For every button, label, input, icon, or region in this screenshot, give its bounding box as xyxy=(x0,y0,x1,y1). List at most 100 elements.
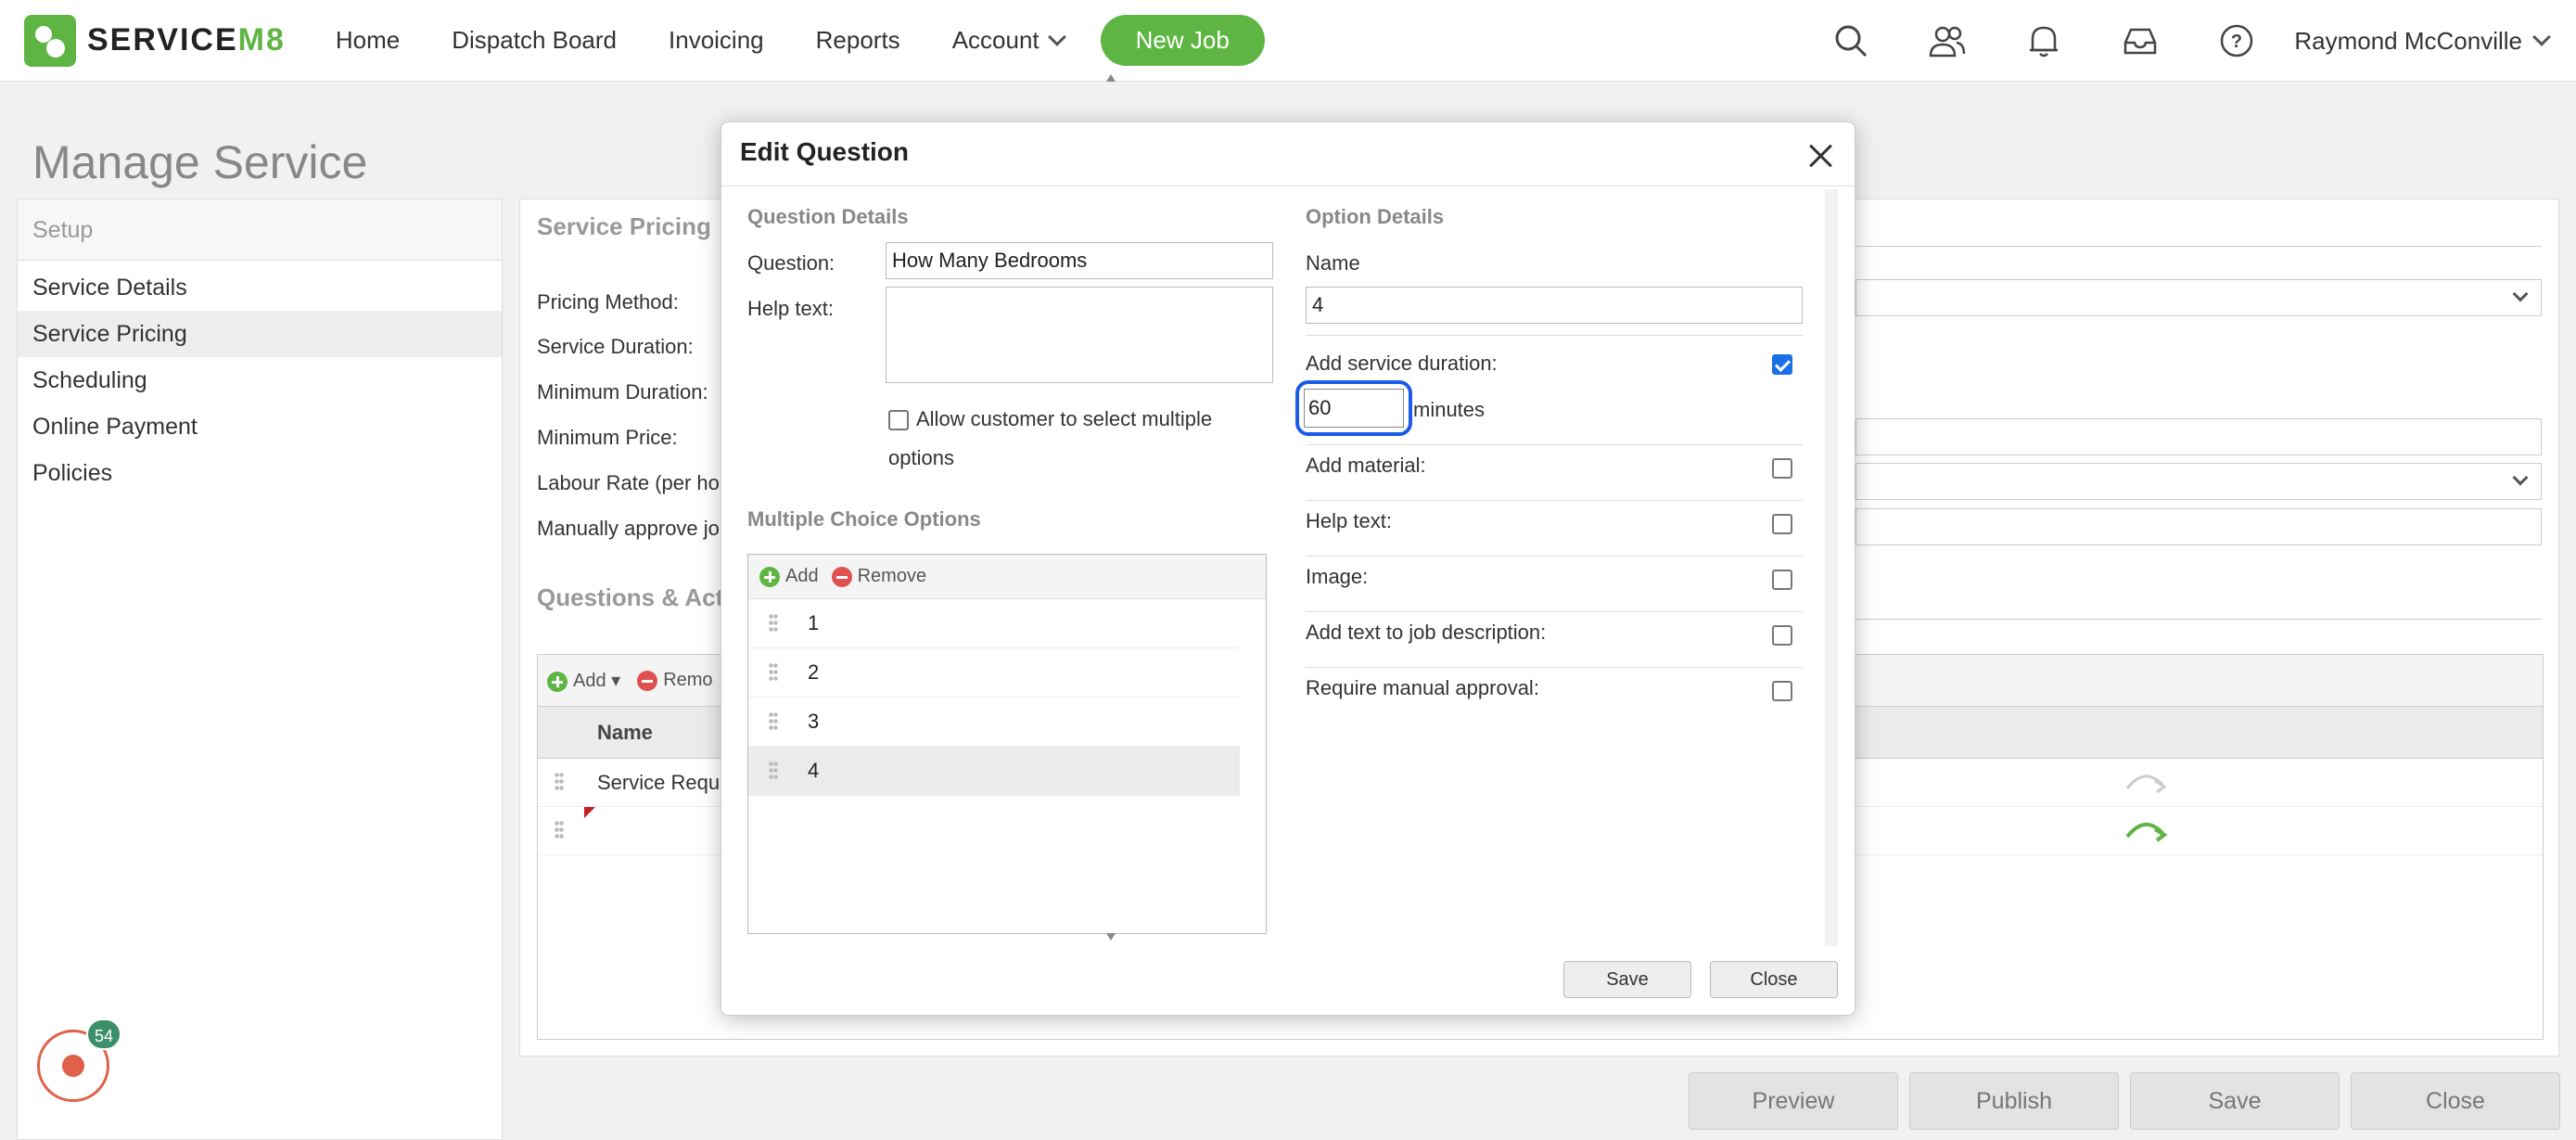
dialog-body: Question Details Question: How Many Bedr… xyxy=(721,186,1856,946)
refresh-icon[interactable] xyxy=(2122,814,2168,846)
bell-icon[interactable] xyxy=(2023,20,2064,61)
divider xyxy=(1855,246,2542,247)
allow-multiple-checkbox[interactable] xyxy=(888,410,909,430)
refresh-icon[interactable] xyxy=(2122,766,2168,798)
manual-approve-input[interactable] xyxy=(1855,508,2542,545)
manual-approve-label: Manually approve jo xyxy=(537,517,720,540)
close-button[interactable]: Close xyxy=(2351,1072,2560,1130)
minutes-label: minutes xyxy=(1413,398,1486,421)
add-icon xyxy=(759,566,780,587)
chevron-down-icon xyxy=(2512,469,2529,486)
user-menu[interactable]: Raymond McConville xyxy=(2294,27,2551,56)
sidebar-item-service-pricing[interactable]: Service Pricing xyxy=(18,311,502,357)
logo-text: SERVICEM8 xyxy=(87,22,286,58)
divider xyxy=(1306,611,1803,612)
nav-dispatch-board[interactable]: Dispatch Board xyxy=(452,26,617,55)
nav-reports[interactable]: Reports xyxy=(816,26,900,55)
help-text-checkbox[interactable] xyxy=(1772,514,1792,534)
error-flag-icon xyxy=(584,807,595,818)
allow-multiple-label: Allow customer to select multiple xyxy=(916,407,1213,430)
image-label: Image: xyxy=(1306,565,1369,588)
qa-add-label: Add xyxy=(573,671,606,691)
chevron-down-icon xyxy=(1047,27,1066,46)
scrollbar[interactable] xyxy=(1825,189,1838,946)
drag-handle-icon[interactable] xyxy=(769,711,778,732)
publish-button[interactable]: Publish xyxy=(1909,1072,2119,1130)
row-name: Service Requi xyxy=(597,771,724,794)
close-icon[interactable] xyxy=(1808,143,1834,169)
help-text-area[interactable] xyxy=(886,287,1273,383)
option-name-input[interactable]: 4 xyxy=(1306,287,1803,324)
dialog-close-button[interactable]: Close xyxy=(1710,961,1838,998)
service-pricing-title: Service Pricing xyxy=(537,212,711,240)
minimum-price-input[interactable] xyxy=(1855,418,2542,455)
notification-badge: 54 xyxy=(86,1018,121,1050)
name-label: Name xyxy=(1306,251,1360,275)
labour-rate-select[interactable] xyxy=(1855,463,2542,500)
option-add-label: Add xyxy=(785,566,819,586)
duration-minutes-input[interactable]: 60 xyxy=(1304,389,1404,428)
drag-handle-icon[interactable] xyxy=(769,662,778,683)
service-duration-label: Service Duration: xyxy=(537,335,694,358)
dialog-title: Edit Question xyxy=(740,137,909,166)
divider xyxy=(1306,335,1803,336)
remove-icon xyxy=(831,566,852,587)
sidebar-item-scheduling[interactable]: Scheduling xyxy=(18,357,502,403)
dialog-save-button[interactable]: Save xyxy=(1563,961,1691,998)
qa-remove-button[interactable]: Remo xyxy=(637,670,713,691)
save-button[interactable]: Save xyxy=(2130,1072,2340,1130)
drag-handle-icon[interactable] xyxy=(555,772,564,792)
minimum-price-label: Minimum Price: xyxy=(537,426,678,449)
drag-handle-icon[interactable] xyxy=(555,820,564,840)
option-add-button[interactable]: Add xyxy=(759,566,819,587)
add-duration-checkbox[interactable] xyxy=(1772,354,1792,375)
list-item[interactable]: 1 xyxy=(748,599,1240,648)
allow-multiple-label-2: options xyxy=(888,446,954,469)
option-remove-button[interactable]: Remove xyxy=(831,566,926,587)
add-text-description-label: Add text to job description: xyxy=(1306,621,1547,644)
add-duration-label: Add service duration: xyxy=(1306,352,1498,375)
option-label: 3 xyxy=(808,710,820,733)
divider xyxy=(1306,667,1803,668)
question-input[interactable]: How Many Bedrooms xyxy=(886,242,1273,279)
require-approval-checkbox[interactable] xyxy=(1772,681,1792,701)
image-checkbox[interactable] xyxy=(1772,570,1792,590)
inbox-icon[interactable] xyxy=(2120,20,2161,61)
question-label: Question: xyxy=(747,251,835,275)
sidebar-item-service-details[interactable]: Service Details xyxy=(18,264,502,311)
nav-home[interactable]: Home xyxy=(336,26,400,55)
logo-icon xyxy=(24,14,76,67)
list-item[interactable]: 2 xyxy=(748,648,1240,698)
list-item[interactable]: 4 xyxy=(748,747,1240,796)
multiple-choice-heading: Multiple Choice Options xyxy=(747,507,981,531)
drag-handle-icon[interactable] xyxy=(769,761,778,781)
options-list: Add Remove 1 2 3 4 xyxy=(747,554,1267,934)
list-item[interactable]: 3 xyxy=(748,698,1240,747)
add-icon xyxy=(547,671,567,692)
questions-actions-title: Questions & Acti xyxy=(537,583,731,611)
search-icon[interactable] xyxy=(1830,20,1871,61)
help-text-label: Help text: xyxy=(747,297,834,320)
preview-button[interactable]: Preview xyxy=(1689,1072,1898,1130)
sidebar-item-policies[interactable]: Policies xyxy=(18,450,502,496)
scroll-up-arrow-icon[interactable] xyxy=(1106,74,1116,82)
add-material-label: Add material: xyxy=(1306,454,1426,477)
servicem8-logo[interactable]: SERVICEM8 xyxy=(24,14,286,67)
chevron-down-icon xyxy=(2512,286,2529,302)
require-approval-label: Require manual approval: xyxy=(1306,676,1539,699)
add-text-description-checkbox[interactable] xyxy=(1772,625,1792,646)
new-job-button[interactable]: New Job xyxy=(1100,15,1265,66)
scroll-down-arrow-icon[interactable] xyxy=(1106,933,1116,941)
nav-account[interactable]: Account xyxy=(952,26,1066,55)
minimum-duration-label: Minimum Duration: xyxy=(537,380,708,403)
qa-add-button[interactable]: Add ▾ xyxy=(547,669,620,692)
people-icon[interactable] xyxy=(1927,20,1968,61)
help-icon[interactable]: ? xyxy=(2216,20,2257,61)
drag-handle-icon[interactable] xyxy=(769,613,778,634)
nav-invoicing[interactable]: Invoicing xyxy=(669,26,764,55)
sidebar-item-online-payment[interactable]: Online Payment xyxy=(18,403,502,450)
add-material-checkbox[interactable] xyxy=(1772,458,1792,479)
option-details-heading: Option Details xyxy=(1306,205,1445,228)
pricing-method-select[interactable] xyxy=(1855,279,2542,316)
divider xyxy=(1306,556,1803,557)
